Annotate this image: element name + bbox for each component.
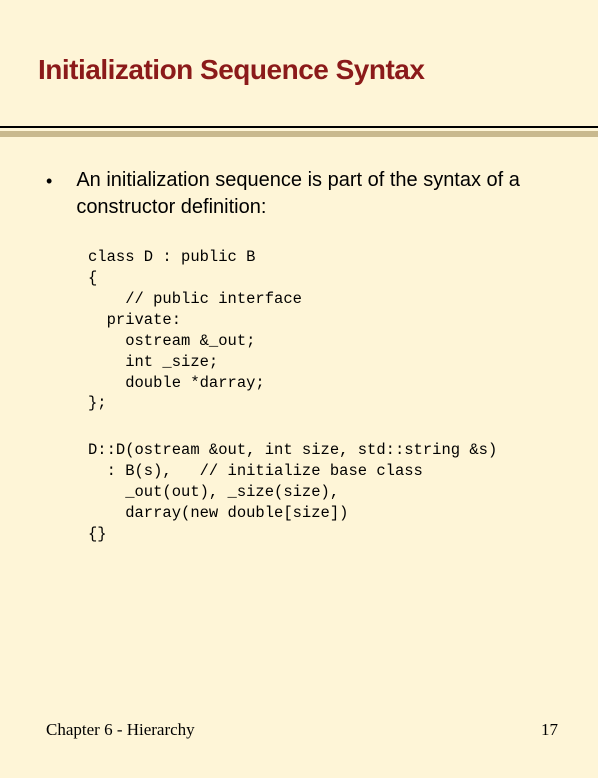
footer: Chapter 6 - Hierarchy 17 bbox=[46, 720, 558, 740]
bullet-item: • An initialization sequence is part of … bbox=[46, 167, 568, 221]
slide-title: Initialization Sequence Syntax bbox=[0, 0, 598, 86]
footer-chapter: Chapter 6 - Hierarchy bbox=[46, 720, 195, 740]
code-block-class: class D : public B { // public interface… bbox=[88, 247, 568, 414]
bullet-marker: • bbox=[46, 172, 52, 190]
footer-page-number: 17 bbox=[541, 720, 558, 740]
slide: Initialization Sequence Syntax • An init… bbox=[0, 0, 598, 778]
separator-line-thin bbox=[0, 126, 598, 128]
content-area: • An initialization sequence is part of … bbox=[0, 137, 598, 545]
code-block-constructor: D::D(ostream &out, int size, std::string… bbox=[88, 440, 568, 545]
title-separator bbox=[0, 126, 598, 137]
bullet-text: An initialization sequence is part of th… bbox=[76, 167, 568, 221]
